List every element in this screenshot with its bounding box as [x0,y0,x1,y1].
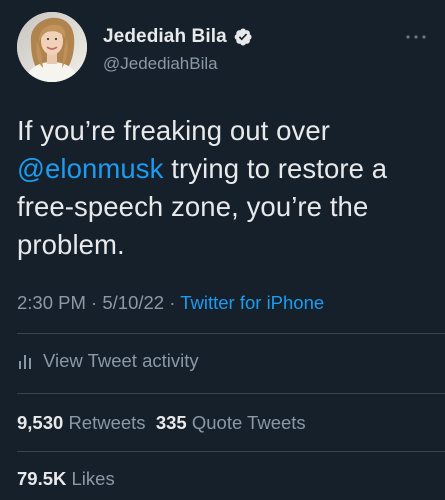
quote-tweets-label: Quote Tweets [191,412,306,433]
activity-label: View Tweet activity [43,350,199,371]
retweet-stats-row: 9,530 Retweets 335 Quote Tweets [17,412,306,434]
tweet-card: Jedediah Bila @JedediahBila If you’re fr… [0,0,445,500]
avatar-image [17,12,87,82]
likes-stats-row: 79.5K Likes [17,468,115,490]
divider [17,451,445,452]
quote-tweets-stat[interactable]: 335 Quote Tweets [156,412,306,433]
display-name[interactable]: Jedediah Bila [103,26,227,48]
divider [17,333,445,334]
tweet-text: If you’re freaking out over @elonmusk tr… [17,112,417,264]
mention-link[interactable]: @elonmusk [17,153,164,184]
tweet-header: Jedediah Bila @JedediahBila [17,12,431,84]
quote-tweets-count: 335 [155,412,187,433]
handle[interactable]: @JedediahBila [103,54,253,74]
meta-separator: · [169,292,176,313]
author-info: Jedediah Bila @JedediahBila [103,25,253,74]
likes-count: 79.5K [17,468,67,489]
tweet-metadata: 2:30 PM · 5/10/22 · Twitter for iPhone [17,292,324,314]
avatar[interactable] [17,12,87,82]
display-name-row: Jedediah Bila [103,25,253,49]
tweet-date[interactable]: 5/10/22 [102,292,164,313]
likes-stat[interactable]: 79.5K Likes [17,468,115,489]
tweet-text-start: If you’re freaking out over [17,115,331,146]
verified-badge-icon [233,27,253,47]
retweets-count: 9,530 [17,412,64,433]
tweet-time[interactable]: 2:30 PM [17,292,86,313]
divider [17,393,445,394]
activity-bars-icon [17,352,35,370]
retweets-stat[interactable]: 9,530 Retweets [17,412,146,433]
more-options-icon[interactable] [403,30,429,44]
likes-label: Likes [71,468,115,489]
retweets-label: Retweets [68,412,146,433]
meta-separator: · [91,292,98,313]
tweet-source-link[interactable]: Twitter for iPhone [180,292,324,313]
view-tweet-activity-link[interactable]: View Tweet activity [17,350,199,372]
